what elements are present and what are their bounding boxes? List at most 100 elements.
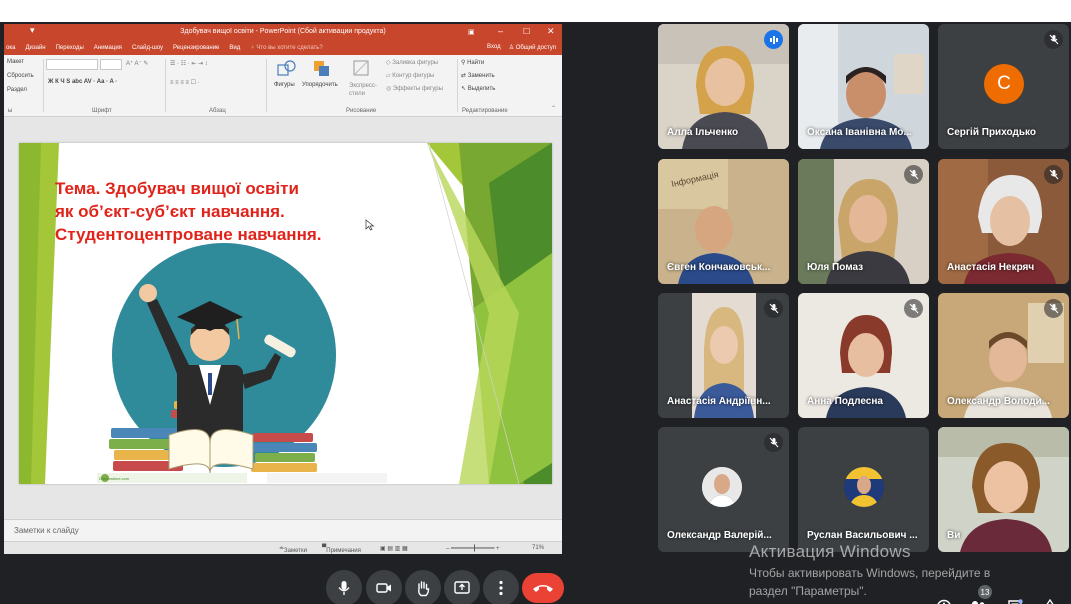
view-buttons[interactable]: ▣ ▤ ▥ ▦ bbox=[380, 545, 408, 552]
comments-toggle-label: Примечания bbox=[326, 548, 361, 554]
more-options-button[interactable] bbox=[483, 570, 519, 604]
tab-transitions[interactable]: Переходы bbox=[56, 45, 84, 51]
tell-me-input[interactable]: ♀ Что вы хотите сделать? bbox=[250, 45, 323, 51]
participant-tile[interactable]: Інформація Євген Кончаковськ... bbox=[658, 159, 789, 284]
chat-icon bbox=[1008, 599, 1023, 604]
slide-notes-area[interactable]: Заметки к слайду bbox=[4, 519, 562, 541]
mic-off-icon bbox=[1044, 30, 1063, 49]
participant-tile[interactable]: С Сергій Приходько bbox=[938, 24, 1069, 149]
notes-toggle-label: Заметки bbox=[284, 548, 307, 554]
avatar-photo bbox=[702, 467, 742, 507]
reset-button[interactable]: Сбросить bbox=[7, 73, 34, 79]
info-icon bbox=[937, 599, 951, 604]
participant-tile[interactable]: Алла Ільченко bbox=[658, 24, 789, 149]
zoom-slider[interactable]: – ━━━━━━╋━━━━━ + bbox=[446, 545, 500, 552]
paragraph-group-label: Абзац bbox=[209, 108, 226, 114]
notes-toggle[interactable]: ≐ Заметки bbox=[279, 545, 307, 554]
avatar-initial: С bbox=[997, 73, 1011, 94]
present-screen-button[interactable] bbox=[444, 570, 480, 604]
font-format-buttons[interactable]: Ж К Ч S abc AV · Aa · A · bbox=[48, 79, 117, 85]
slide-title-line-1: Тема. Здобувач вищої освіти bbox=[55, 179, 299, 198]
notes-placeholder: Заметки к слайду bbox=[14, 526, 79, 535]
participant-tile[interactable]: Олександр Валерій... bbox=[658, 427, 789, 552]
chat-button[interactable] bbox=[1004, 596, 1026, 604]
participant-tile[interactable]: Олександр Володи... bbox=[938, 293, 1069, 418]
editing-group-label: Редактирование bbox=[462, 108, 508, 114]
bullets-icon[interactable]: ☰ · ☷ · ⇤ ⇥ ↕ bbox=[170, 60, 208, 67]
shape-outline-button[interactable]: ▱ Контур фигуры bbox=[386, 72, 434, 79]
ppt-menu-tabs: ока Дизайн Переходы Анимация Слайд-шоу Р… bbox=[4, 41, 562, 55]
participant-tile[interactable]: Руслан Васильович ... bbox=[798, 427, 929, 552]
tab-slideshow[interactable]: Слайд-шоу bbox=[132, 45, 163, 51]
close-icon[interactable]: ✕ bbox=[547, 26, 555, 37]
cursor-icon: ↖ bbox=[461, 86, 467, 92]
select-label: Выделить bbox=[467, 86, 496, 92]
avatar bbox=[844, 467, 884, 507]
shapes-icon[interactable] bbox=[276, 59, 298, 79]
select-button[interactable]: ↖ Выделить bbox=[461, 85, 495, 92]
replace-button[interactable]: ⇄ Заменить bbox=[461, 72, 495, 79]
font-size-grow-icon[interactable]: A⁺ A⁻ ✎ bbox=[126, 60, 148, 67]
shape-effects-label: Эффекты фигуры bbox=[392, 86, 443, 92]
slide[interactable]: Тема. Здобувач вищої освіти як об’єкт-су… bbox=[19, 143, 552, 484]
align-icons[interactable]: ≡ ≡ ≡ ≡ ☐ · bbox=[170, 79, 200, 86]
participant-tile[interactable]: Анастасія Некряч bbox=[938, 159, 1069, 284]
mouse-cursor-icon bbox=[365, 219, 375, 231]
avatar-photo bbox=[844, 467, 884, 507]
camera-button[interactable] bbox=[366, 570, 402, 604]
present-icon bbox=[454, 581, 470, 594]
end-call-button[interactable] bbox=[522, 573, 564, 603]
shape-fill-button[interactable]: ◇ Заливка фигуры bbox=[386, 59, 438, 66]
slide-title: Тема. Здобувач вищої освіти як об’єкт-су… bbox=[55, 177, 321, 246]
activities-button[interactable] bbox=[1039, 596, 1061, 604]
tab-review[interactable]: Рецензирование bbox=[173, 45, 219, 51]
find-button[interactable]: ⚲ Найти bbox=[461, 59, 484, 66]
meeting-details-button[interactable] bbox=[933, 596, 955, 604]
tab-view[interactable]: Вид bbox=[229, 45, 240, 51]
mic-off-icon bbox=[1044, 299, 1063, 318]
arrange-icon[interactable] bbox=[311, 58, 333, 80]
sign-in-link[interactable]: Вход bbox=[487, 44, 501, 51]
microphone-button[interactable] bbox=[326, 570, 362, 604]
participant-name: Алла Ільченко bbox=[667, 127, 739, 138]
avatar bbox=[702, 467, 742, 507]
quick-styles-icon[interactable] bbox=[351, 58, 371, 78]
ribbon-display-icon[interactable]: ▣ bbox=[468, 28, 475, 36]
participant-name: Олександр Володи... bbox=[947, 396, 1050, 407]
participant-name: Анастасія Некряч bbox=[947, 262, 1035, 273]
comments-toggle[interactable]: ▀ Примечания bbox=[322, 545, 361, 554]
shape-effects-button[interactable]: ◎ Эффекты фигуры bbox=[386, 85, 443, 92]
participant-name: Олександр Валерій... bbox=[667, 530, 772, 541]
minimize-icon[interactable]: – bbox=[498, 26, 503, 36]
zoom-level[interactable]: 71% bbox=[532, 545, 544, 551]
participant-tile[interactable]: Оксана Іванівна Мо... bbox=[798, 24, 929, 149]
participant-tile[interactable]: Ви bbox=[938, 427, 1069, 552]
font-group-label: Шрифт bbox=[92, 108, 112, 114]
tab-design[interactable]: Дизайн bbox=[25, 45, 45, 51]
participant-tile[interactable]: Анна Подлесна bbox=[798, 293, 929, 418]
participants-count-badge: 13 bbox=[978, 585, 992, 599]
raise-hand-button[interactable] bbox=[405, 570, 441, 604]
drawing-group-label: Рисование bbox=[346, 108, 377, 114]
font-name-select[interactable] bbox=[46, 59, 98, 70]
ribbon-separator bbox=[43, 59, 44, 112]
ppt-title-bar: ▾ Здобувач вищої освіти - PowerPoint (Сб… bbox=[4, 24, 562, 41]
section-button[interactable]: Раздел bbox=[7, 87, 27, 93]
share-button[interactable]: ♙ Общий доступ bbox=[509, 44, 556, 51]
tab-animations[interactable]: Анимация bbox=[94, 45, 122, 51]
hand-icon bbox=[418, 580, 430, 596]
replace-icon: ⇄ bbox=[461, 73, 467, 79]
maximize-icon[interactable]: ☐ bbox=[523, 27, 530, 36]
quick-styles-label: Экспресс-стили bbox=[349, 83, 377, 97]
participant-tile[interactable]: Анастасія Андріївн... bbox=[658, 293, 789, 418]
participant-name: Руслан Васильович ... bbox=[807, 530, 918, 541]
find-label: Найти bbox=[467, 60, 485, 66]
mic-off-icon bbox=[764, 433, 783, 452]
search-icon: ⚲ bbox=[461, 60, 466, 66]
tab-home[interactable]: ока bbox=[6, 45, 15, 51]
avatar: С bbox=[984, 64, 1024, 104]
layout-button[interactable]: Макет bbox=[7, 59, 24, 65]
collapse-ribbon-icon[interactable]: ⌃ bbox=[551, 105, 556, 112]
participant-tile[interactable]: Юля Помаз bbox=[798, 159, 929, 284]
font-size-select[interactable] bbox=[100, 59, 122, 70]
